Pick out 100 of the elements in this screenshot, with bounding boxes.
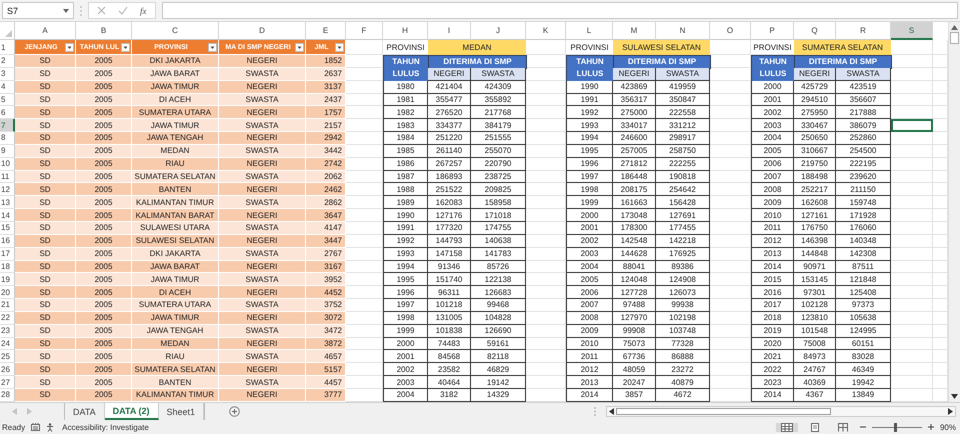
zoom-out-icon[interactable] xyxy=(860,424,866,430)
table-cell: SD xyxy=(15,183,76,196)
table-cell: NEGERI xyxy=(219,106,306,120)
scroll-left-arrow-icon[interactable] xyxy=(609,408,614,415)
column-header[interactable]: R xyxy=(836,22,891,40)
filter-dropdown-button[interactable] xyxy=(208,42,217,52)
row-header[interactable]: 28 xyxy=(0,388,15,402)
table-cell: SD xyxy=(15,144,76,158)
macro-recorder-icon[interactable] xyxy=(31,423,40,431)
table-cell: SWASTA xyxy=(219,222,306,235)
table-cell: 222255 xyxy=(656,158,710,171)
row-header[interactable]: 16 xyxy=(0,234,15,248)
table-cell: 251555 xyxy=(471,132,526,145)
column-header[interactable]: M xyxy=(613,22,656,40)
row-header[interactable]: 21 xyxy=(0,299,15,312)
table-cell: SD xyxy=(15,234,76,248)
row-header[interactable]: 13 xyxy=(0,196,15,210)
row-header[interactable]: 3 xyxy=(0,68,15,81)
column-header[interactable]: A xyxy=(15,22,76,40)
column-header[interactable]: I xyxy=(428,22,471,40)
table-cell: 2016 xyxy=(751,286,794,300)
row-header[interactable]: 9 xyxy=(0,144,15,158)
zoom-level[interactable]: 90% xyxy=(940,422,956,432)
table-cell: 2001 xyxy=(383,350,428,364)
row-header[interactable]: 18 xyxy=(0,260,15,274)
row-header[interactable]: 19 xyxy=(0,273,15,286)
filter-dropdown-button[interactable] xyxy=(65,42,74,52)
filter-dropdown-button[interactable] xyxy=(335,42,344,52)
row-header[interactable]: 20 xyxy=(0,286,15,300)
scrollbar-thumb[interactable] xyxy=(616,408,831,415)
table-cell: 142548 xyxy=(613,234,656,248)
row-header[interactable]: 22 xyxy=(0,312,15,325)
table-cell: 334017 xyxy=(613,119,656,132)
row-header[interactable]: 15 xyxy=(0,222,15,235)
row-header[interactable]: 11 xyxy=(0,170,15,184)
filter-dropdown-button[interactable] xyxy=(121,42,130,52)
scrollbar-thumb[interactable] xyxy=(950,32,959,44)
row-header[interactable]: 5 xyxy=(0,94,15,106)
row-header[interactable]: 12 xyxy=(0,183,15,196)
row-header[interactable]: 17 xyxy=(0,248,15,260)
row-header[interactable]: 2 xyxy=(0,55,15,68)
row-header[interactable]: 26 xyxy=(0,363,15,376)
caret-icon xyxy=(63,8,69,12)
column-header[interactable]: F xyxy=(346,22,383,40)
add-sheet-icon[interactable] xyxy=(229,406,240,417)
table-cell: 250650 xyxy=(794,132,836,145)
active-cell[interactable] xyxy=(891,119,933,132)
table-cell: NEGERI xyxy=(219,388,306,402)
subheader-cell: NEGERI xyxy=(428,68,471,81)
split-handle-icon[interactable] xyxy=(594,407,596,416)
scroll-right-arrow-icon[interactable] xyxy=(948,408,953,415)
column-header[interactable]: N xyxy=(656,22,710,40)
table-cell: 2006 xyxy=(566,286,613,300)
row-header[interactable]: 25 xyxy=(0,350,15,364)
scroll-down-arrow-icon[interactable] xyxy=(951,394,958,399)
column-header[interactable]: C xyxy=(132,22,219,40)
table-cell: 2005 xyxy=(76,158,132,171)
column-header[interactable]: H xyxy=(383,22,428,40)
column-header[interactable]: P xyxy=(751,22,794,40)
filter-dropdown-button[interactable] xyxy=(295,42,304,52)
row-header[interactable]: 1 xyxy=(0,40,15,55)
check-icon[interactable] xyxy=(118,6,128,15)
column-header[interactable]: K xyxy=(526,22,566,40)
table-cell: SD xyxy=(15,209,76,222)
table-cell: 101218 xyxy=(428,299,471,312)
row-header[interactable]: 6 xyxy=(0,106,15,120)
column-header[interactable]: J xyxy=(471,22,526,40)
row-header[interactable]: 27 xyxy=(0,376,15,389)
zoom-in-icon[interactable] xyxy=(928,424,934,430)
sheet-tab[interactable]: DATA (2) xyxy=(104,403,158,420)
table-cell: SD xyxy=(15,158,76,171)
horizontal-scrollbar[interactable] xyxy=(606,406,956,417)
name-box[interactable]: S7 xyxy=(2,2,74,19)
column-header[interactable]: D xyxy=(219,22,306,40)
row-header[interactable]: 10 xyxy=(0,158,15,171)
table-cell: 246600 xyxy=(613,132,656,145)
row-header[interactable]: 4 xyxy=(0,80,15,94)
table-cell: 2006 xyxy=(751,158,794,171)
table-cell: 101548 xyxy=(794,324,836,338)
formula-input[interactable] xyxy=(162,2,958,19)
column-header[interactable]: B xyxy=(76,22,132,40)
normal-view-icon[interactable] xyxy=(776,422,798,432)
column-header[interactable]: Q xyxy=(794,22,836,40)
scroll-up-arrow-icon[interactable] xyxy=(951,25,958,30)
zoom-slider-thumb[interactable] xyxy=(894,422,897,432)
table-cell: 2007 xyxy=(751,170,794,184)
accessibility-status[interactable]: Accessibility: Investigate xyxy=(62,422,149,432)
table-cell: DKI JAKARTA xyxy=(132,55,219,68)
row-header[interactable]: 7 xyxy=(0,119,15,132)
row-header[interactable]: 24 xyxy=(0,338,15,350)
row-header[interactable]: 14 xyxy=(0,209,15,222)
table-cell: JAWA TENGAH xyxy=(132,132,219,145)
column-header[interactable]: S xyxy=(891,22,933,40)
insert-function-button[interactable]: fx xyxy=(140,6,146,16)
column-header[interactable]: O xyxy=(710,22,751,40)
table-cell: 125408 xyxy=(836,286,891,300)
row-header[interactable]: 8 xyxy=(0,132,15,145)
column-header[interactable]: E xyxy=(306,22,346,40)
column-header[interactable]: L xyxy=(566,22,613,40)
row-header[interactable]: 23 xyxy=(0,324,15,338)
